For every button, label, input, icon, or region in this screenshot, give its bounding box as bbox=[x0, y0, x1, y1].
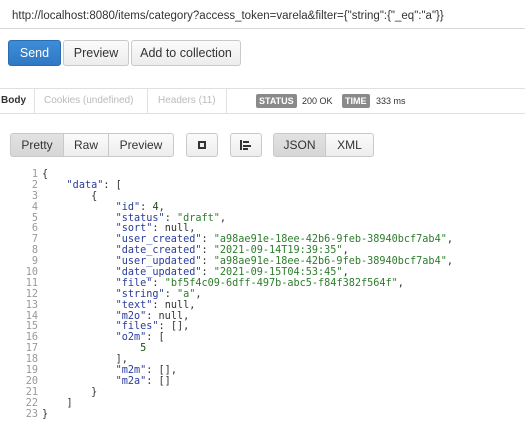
xml-button[interactable]: XML bbox=[325, 133, 374, 157]
code-line: "m2a": [] bbox=[115, 375, 171, 387]
tab-cookies[interactable]: Cookies (undefined) bbox=[44, 89, 134, 113]
line-number: 4 bbox=[31, 201, 38, 213]
fullscreen-icon bbox=[198, 141, 206, 149]
wrap-button[interactable] bbox=[230, 133, 262, 157]
fullscreen-button[interactable] bbox=[186, 133, 218, 157]
line-number: 22 bbox=[25, 397, 38, 409]
tab-body[interactable]: Body bbox=[1, 89, 26, 113]
code-line: "data": [ bbox=[66, 179, 122, 191]
code-lines: { "data": [ { "id": 4, "status": "draft"… bbox=[42, 169, 453, 420]
line-numbers: 1 2 3 4 5 6 7 8 9 10 11 12 13 14 15 16 17 18 19 20 21 22 23 bbox=[8, 169, 38, 420]
time-value: 333 ms bbox=[376, 96, 406, 106]
code-line: ] bbox=[42, 397, 73, 409]
status-label-badge: STATUS bbox=[256, 94, 297, 108]
tab-headers[interactable]: Headers (11) bbox=[158, 89, 216, 113]
status-value: 200 OK bbox=[302, 96, 333, 106]
preview-format-button[interactable]: Preview bbox=[108, 133, 174, 157]
response-tabs: Body Cookies (undefined) Headers (11) ST… bbox=[0, 88, 525, 114]
code-line: } bbox=[42, 408, 49, 420]
url-underline bbox=[0, 28, 525, 29]
tab-divider bbox=[226, 89, 227, 113]
code-line: } bbox=[42, 386, 98, 398]
time-label-badge: TIME bbox=[342, 94, 370, 108]
preview-button[interactable]: Preview bbox=[63, 40, 129, 66]
line-number: 13 bbox=[25, 299, 38, 311]
tab-divider bbox=[147, 89, 148, 113]
raw-button[interactable]: Raw bbox=[63, 133, 109, 157]
url-input[interactable] bbox=[8, 5, 520, 27]
response-body[interactable]: 1 2 3 4 5 6 7 8 9 10 11 12 13 14 15 16 17 18 19 20 21 22 23 { … bbox=[8, 169, 520, 430]
json-button[interactable]: JSON bbox=[273, 133, 326, 157]
wrap-lines-icon bbox=[240, 140, 251, 150]
add-to-collection-button[interactable]: Add to collection bbox=[131, 40, 241, 66]
pretty-button[interactable]: Pretty bbox=[10, 133, 64, 157]
tab-divider bbox=[34, 89, 35, 113]
line-number: 23 bbox=[25, 408, 38, 420]
send-button[interactable]: Send bbox=[8, 40, 61, 66]
